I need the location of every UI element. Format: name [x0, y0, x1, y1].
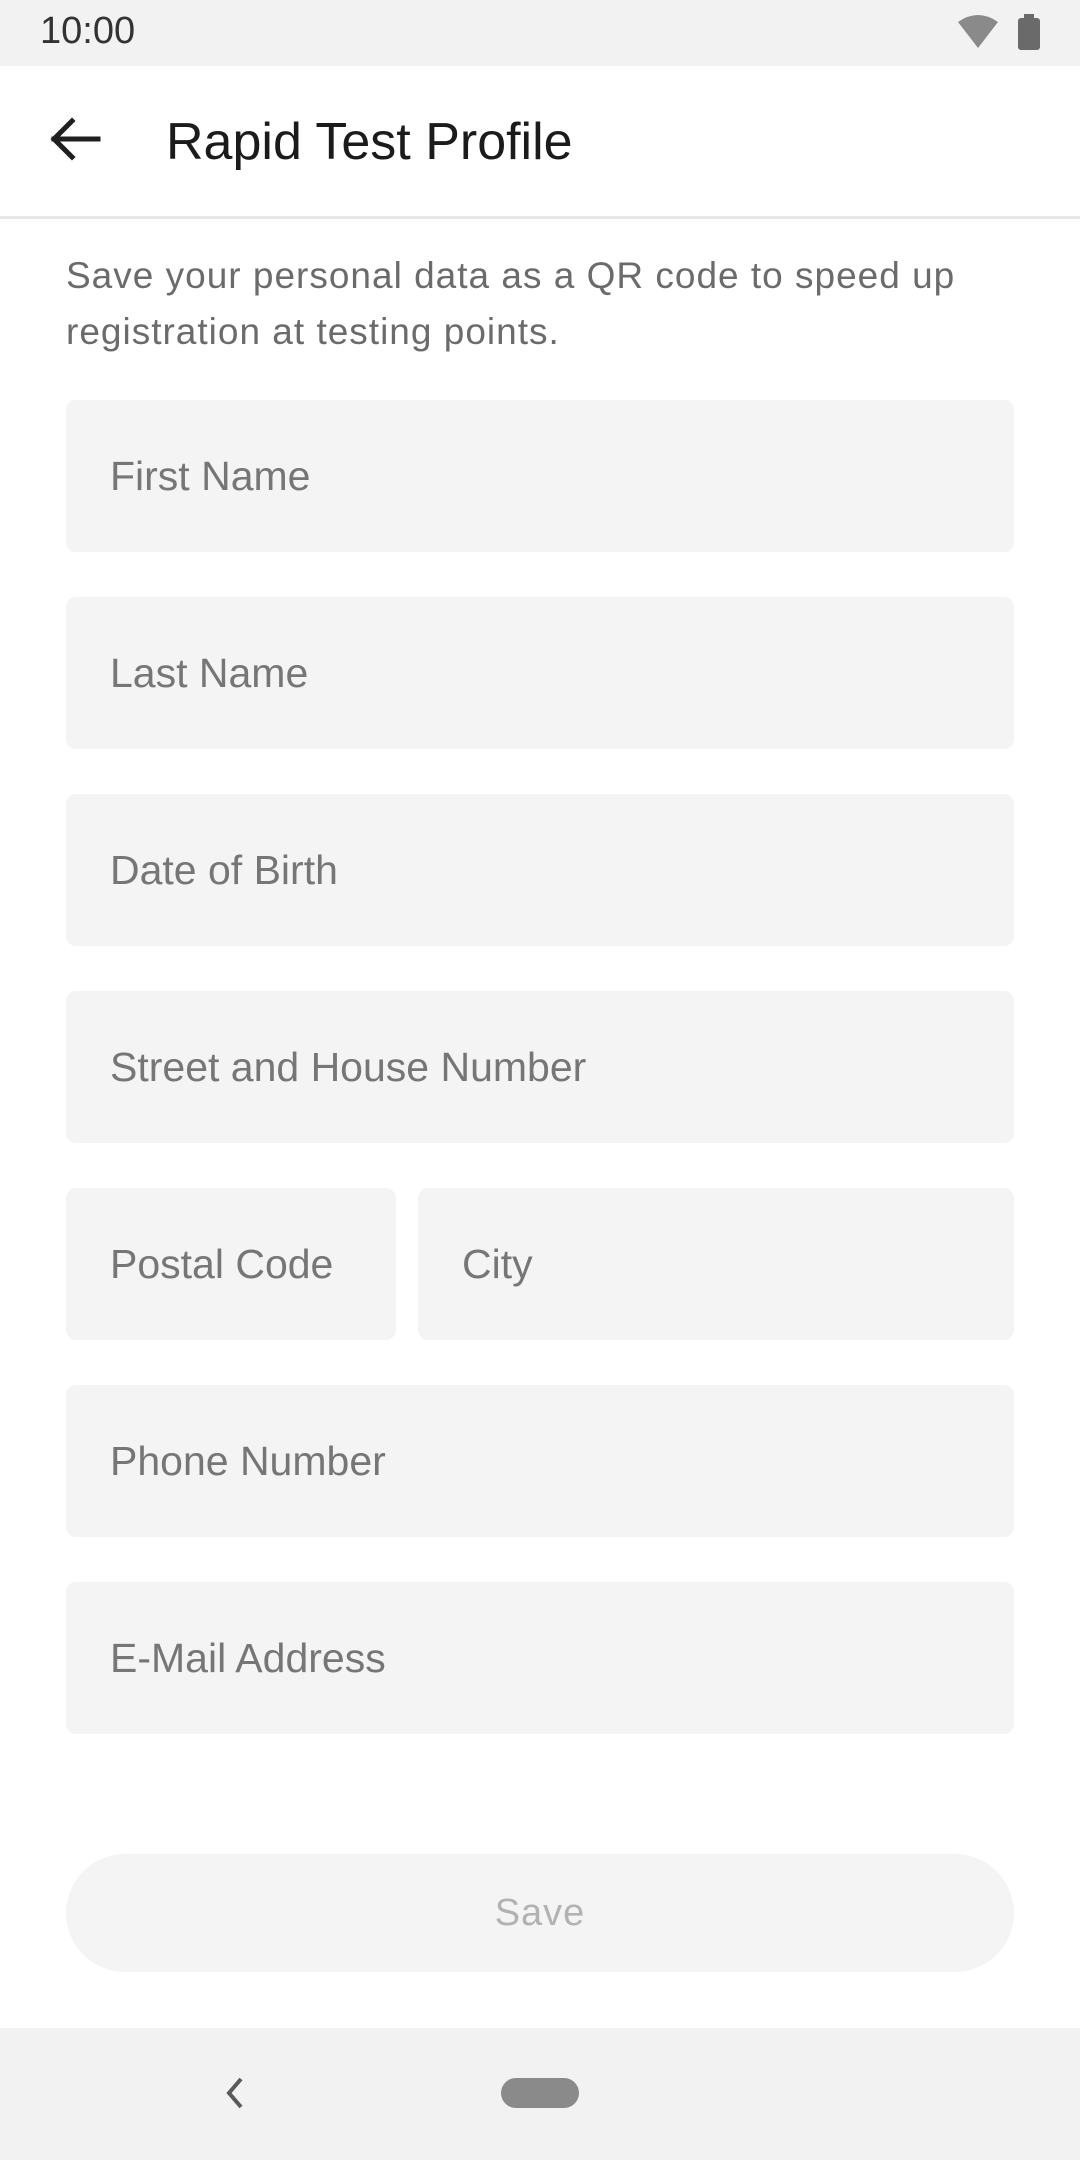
- status-bar: 10:00: [0, 0, 1080, 66]
- status-icons: [956, 14, 1040, 55]
- page-title: Rapid Test Profile: [166, 113, 573, 171]
- street-field[interactable]: [66, 991, 1014, 1143]
- first-name-input[interactable]: [110, 400, 1014, 552]
- postal-code-input[interactable]: [110, 1188, 396, 1340]
- battery-icon: [1018, 14, 1040, 55]
- date-of-birth-input[interactable]: [110, 794, 1014, 946]
- phone-field[interactable]: [66, 1385, 1014, 1537]
- postal-code-field[interactable]: [66, 1188, 396, 1340]
- last-name-input[interactable]: [110, 597, 1014, 749]
- date-of-birth-field[interactable]: [66, 794, 1014, 946]
- navigation-bar: [0, 2028, 1080, 2160]
- app-bar: Rapid Test Profile: [0, 66, 1080, 219]
- email-input[interactable]: [110, 1582, 1014, 1734]
- email-field[interactable]: [66, 1582, 1014, 1734]
- description-text: Save your personal data as a QR code to …: [66, 255, 956, 352]
- chevron-left-icon: [223, 2075, 247, 2116]
- arrow-left-icon: [48, 116, 102, 166]
- status-time: 10:00: [40, 10, 136, 52]
- street-input[interactable]: [110, 991, 1014, 1143]
- nav-back-button[interactable]: [210, 2070, 260, 2120]
- save-button[interactable]: Save: [66, 1854, 1014, 1972]
- city-field[interactable]: [418, 1188, 1014, 1340]
- back-button[interactable]: [40, 106, 110, 176]
- phone-input[interactable]: [110, 1385, 1014, 1537]
- last-name-field[interactable]: [66, 597, 1014, 749]
- home-pill-icon[interactable]: [501, 2078, 579, 2108]
- city-input[interactable]: [462, 1188, 1014, 1340]
- first-name-field[interactable]: [66, 400, 1014, 552]
- wifi-icon: [956, 14, 1000, 55]
